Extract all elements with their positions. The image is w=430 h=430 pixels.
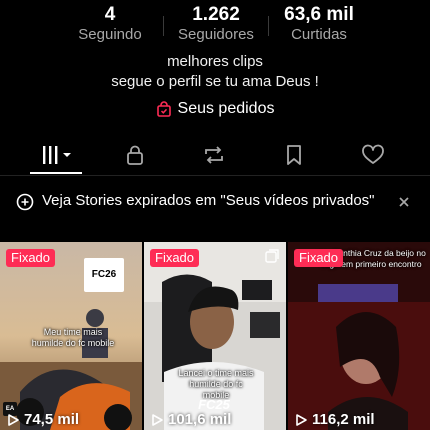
- bio-line: segue o perfil se tu ama Deus !: [111, 73, 319, 90]
- following-count: 4: [104, 4, 116, 25]
- video-thumbnail-image: [288, 242, 430, 430]
- view-count: 101,6 mil: [150, 411, 231, 428]
- likes-stat[interactable]: 63,6 mil Curtidas: [270, 4, 368, 44]
- followers-stat[interactable]: 1.262 Seguidores: [168, 4, 264, 44]
- orders-label: Seus pedidos: [177, 100, 275, 117]
- profile-tabs: [0, 138, 430, 174]
- bio-line: melhores clips: [167, 53, 263, 70]
- videos-grid-icon: [43, 146, 71, 164]
- video-thumbnail[interactable]: FC26 Meu time mais humilde do fc mobile …: [0, 242, 142, 430]
- following-label: Seguindo: [78, 26, 142, 43]
- add-story-icon: [16, 193, 34, 211]
- play-icon: [296, 413, 307, 426]
- tab-favorites[interactable]: [274, 138, 314, 172]
- likes-label: Curtidas: [291, 26, 347, 43]
- tabs-divider: [0, 175, 430, 176]
- stat-divider: [163, 16, 164, 36]
- play-icon: [152, 413, 163, 426]
- video-grid: FC26 Meu time mais humilde do fc mobile …: [0, 242, 430, 430]
- followers-label: Seguidores: [178, 26, 254, 43]
- view-count-label: 116,2 mil: [312, 411, 375, 428]
- video-caption: Meu time mais humilde do fc mobile: [31, 327, 115, 348]
- view-count: 74,5 mil: [6, 411, 79, 428]
- shopping-bag-icon: [156, 101, 171, 117]
- likes-count: 63,6 mil: [284, 4, 354, 25]
- view-count-label: 101,6 mil: [168, 411, 232, 428]
- orders-link[interactable]: Seus pedidos: [0, 100, 430, 118]
- video-thumbnail[interactable]: Lancei o time mais humilde do fc mobile …: [144, 242, 286, 430]
- followers-count: 1.262: [192, 4, 240, 25]
- heart-icon: [362, 144, 384, 164]
- video-thumbnail[interactable]: que Cynthia Cruz da beijo no zago em pri…: [288, 242, 430, 430]
- lock-icon: [127, 145, 143, 165]
- repost-icon: [205, 146, 223, 164]
- profile-stats: 4 Seguindo 1.262 Seguidores 63,6 mil Cur…: [0, 4, 430, 46]
- view-count-label: 74,5 mil: [24, 411, 80, 428]
- pinned-badge: Fixado: [6, 249, 56, 267]
- profile-bio: melhores clips segue o perfil se tu ama …: [0, 52, 430, 92]
- pinned-badge: Fixado: [294, 249, 344, 267]
- bookmark-icon: [287, 145, 301, 165]
- close-icon[interactable]: [396, 194, 412, 210]
- active-tab-indicator: [30, 172, 82, 174]
- tab-liked[interactable]: [353, 138, 393, 172]
- tab-reposts[interactable]: [194, 138, 234, 172]
- fc26-logo: FC26: [84, 258, 124, 292]
- view-count: 116,2 mil: [294, 411, 375, 428]
- pinned-badge: Fixado: [150, 249, 200, 267]
- stories-banner[interactable]: Veja Stories expirados em "Seus vídeos p…: [0, 184, 430, 234]
- tab-private[interactable]: [115, 138, 155, 172]
- tab-videos[interactable]: [36, 138, 76, 172]
- photo-carousel-icon: [265, 249, 279, 263]
- play-icon: [8, 413, 19, 426]
- following-stat[interactable]: 4 Seguindo: [62, 4, 158, 44]
- stat-divider: [268, 16, 269, 36]
- banner-text: Veja Stories expirados em "Seus vídeos p…: [42, 192, 375, 209]
